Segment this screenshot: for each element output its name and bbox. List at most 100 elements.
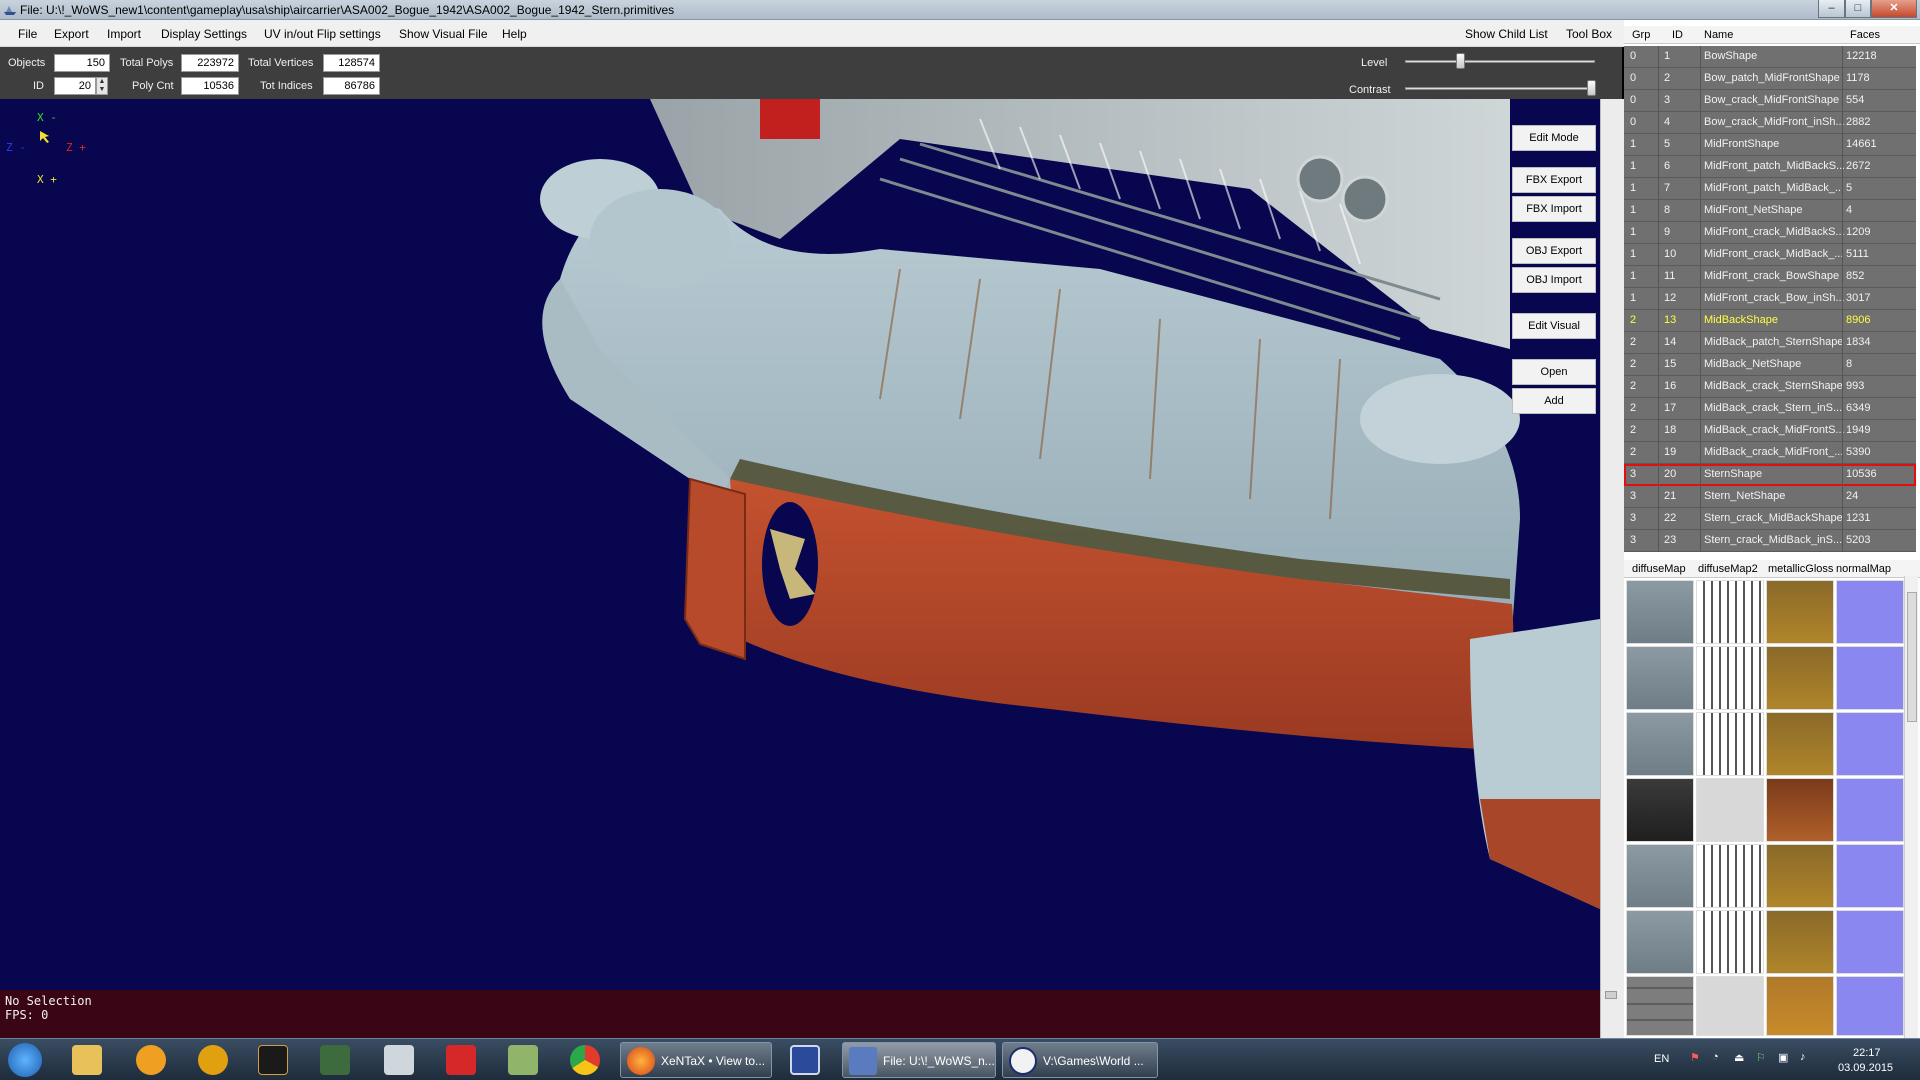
texture-thumbnail[interactable] <box>1626 712 1694 776</box>
id-field[interactable]: 20 <box>54 77 96 95</box>
texture-thumbnail[interactable] <box>1766 646 1834 710</box>
task-unreal-folder[interactable]: V:\Games\World ... <box>1002 1042 1158 1078</box>
menu-import[interactable]: Import <box>107 27 141 41</box>
menu-tool-box[interactable]: Tool Box <box>1566 27 1612 41</box>
col-faces[interactable]: Faces <box>1850 29 1880 41</box>
3d-viewport[interactable]: X - Z - Z + X + Edit Mode FBX Export FBX… <box>0 99 1600 990</box>
task-primitives-viewer[interactable]: File: U:\!_WoWS_n... <box>842 1042 996 1078</box>
obj-import-button[interactable]: OBJ Import <box>1512 267 1596 293</box>
table-row[interactable]: 0 3 Bow_crack_MidFrontShape 554 <box>1624 90 1916 112</box>
texture-thumbnail[interactable] <box>1836 976 1904 1036</box>
table-row[interactable]: 1 7 MidFront_patch_MidBack_... 5 <box>1624 178 1916 200</box>
texture-thumbnail[interactable] <box>1766 778 1834 842</box>
table-row[interactable]: 3 23 Stern_crack_MidBack_inS... 5203 <box>1624 530 1916 552</box>
texture-thumbnail[interactable] <box>1626 910 1694 974</box>
texture-thumbnail[interactable] <box>1766 712 1834 776</box>
table-row[interactable]: 2 19 MidBack_crack_MidFront_... 5390 <box>1624 442 1916 464</box>
objects-field[interactable]: 150 <box>54 54 110 72</box>
table-row[interactable]: 3 22 Stern_crack_MidBackShape 1231 <box>1624 508 1916 530</box>
table-row[interactable]: 2 13 MidBackShape 8906 <box>1624 310 1916 332</box>
col-normalmap[interactable]: normalMap <box>1836 563 1891 575</box>
table-row[interactable]: 1 9 MidFront_crack_MidBackS... 1209 <box>1624 222 1916 244</box>
texture-thumbnail[interactable] <box>1766 976 1834 1036</box>
texture-thumbnail[interactable] <box>1626 778 1694 842</box>
table-row[interactable]: 1 6 MidFront_patch_MidBackS... 2672 <box>1624 156 1916 178</box>
table-row[interactable]: 2 14 MidBack_patch_SternShape 1834 <box>1624 332 1916 354</box>
maximize-button[interactable]: □ <box>1845 0 1871 18</box>
texture-thumbnail[interactable] <box>1836 712 1904 776</box>
table-row[interactable]: 3 20 SternShape 10536 <box>1624 464 1916 486</box>
texture-thumbnail[interactable] <box>1626 976 1694 1036</box>
table-row[interactable]: 1 10 MidFront_crack_MidBack_... 5111 <box>1624 244 1916 266</box>
contrast-slider-thumb[interactable] <box>1587 80 1597 96</box>
col-metallicgloss[interactable]: metallicGloss <box>1768 563 1833 575</box>
open-button[interactable]: Open <box>1512 359 1596 385</box>
col-id[interactable]: ID <box>1672 29 1683 41</box>
fbx-import-button[interactable]: FBX Import <box>1512 196 1596 222</box>
table-row[interactable]: 1 8 MidFront_NetShape 4 <box>1624 200 1916 222</box>
level-slider-thumb[interactable] <box>1456 53 1466 69</box>
texture-thumbnail[interactable] <box>1696 910 1764 974</box>
notes-icon[interactable] <box>508 1045 538 1075</box>
game-icon[interactable] <box>320 1045 350 1075</box>
clock-time[interactable]: 22:17 <box>1853 1047 1881 1059</box>
start-button[interactable] <box>8 1043 42 1077</box>
minimize-button[interactable]: – <box>1818 0 1845 18</box>
table-row[interactable]: 2 18 MidBack_crack_MidFrontS... 1949 <box>1624 420 1916 442</box>
fbx-export-button[interactable]: FBX Export <box>1512 167 1596 193</box>
tray-network-icon[interactable]: ▣ <box>1778 1051 1788 1064</box>
tray-clock-icon[interactable]: ◔ <box>1712 1051 1719 1063</box>
table-row[interactable]: 0 2 Bow_patch_MidFrontShape 1178 <box>1624 68 1916 90</box>
texture-thumbnail[interactable] <box>1696 580 1764 644</box>
table-row[interactable]: 0 4 Bow_crack_MidFront_inSh... 2882 <box>1624 112 1916 134</box>
app-b-icon[interactable] <box>198 1045 228 1075</box>
texture-thumbnail[interactable] <box>1696 778 1764 842</box>
save-disk-icon[interactable] <box>790 1045 820 1075</box>
splitter-thumb[interactable] <box>1605 991 1617 999</box>
menu-export[interactable]: Export <box>54 27 89 41</box>
calculator-icon[interactable] <box>384 1045 414 1075</box>
texture-thumbnail[interactable] <box>1626 580 1694 644</box>
texture-scrollbar[interactable] <box>1904 576 1918 1038</box>
contrast-slider-track[interactable] <box>1405 87 1595 90</box>
texture-thumbnail[interactable] <box>1836 778 1904 842</box>
table-row[interactable]: 1 5 MidFrontShape 14661 <box>1624 134 1916 156</box>
menu-display-settings[interactable]: Display Settings <box>161 27 247 41</box>
clock-date[interactable]: 03.09.2015 <box>1838 1062 1893 1074</box>
explorer-icon[interactable] <box>72 1045 102 1075</box>
tray-flag-icon[interactable]: ⚐ <box>1756 1051 1766 1064</box>
menu-help[interactable]: Help <box>502 27 527 41</box>
texture-thumbnail[interactable] <box>1836 844 1904 908</box>
table-row[interactable]: 2 17 MidBack_crack_Stern_inS... 6349 <box>1624 398 1916 420</box>
texture-thumbnail[interactable] <box>1836 646 1904 710</box>
language-indicator[interactable]: EN <box>1654 1053 1669 1065</box>
close-button[interactable]: ✕ <box>1871 0 1917 18</box>
texture-thumbnail[interactable] <box>1696 976 1764 1036</box>
wave-app-icon[interactable] <box>258 1045 288 1075</box>
menu-file[interactable]: File <box>18 27 37 41</box>
texture-thumbnail[interactable] <box>1696 712 1764 776</box>
texture-thumbnail[interactable] <box>1696 844 1764 908</box>
tray-alert-icon[interactable]: ⚑ <box>1690 1051 1700 1064</box>
menu-show-child-list[interactable]: Show Child List <box>1465 27 1548 41</box>
texture-scroll-thumb[interactable] <box>1907 592 1917 722</box>
texture-thumbnail[interactable] <box>1766 844 1834 908</box>
viewport-splitter[interactable] <box>1600 99 1624 1038</box>
col-grp[interactable]: Grp <box>1632 29 1650 41</box>
app-a-icon[interactable] <box>136 1045 166 1075</box>
table-row[interactable]: 0 1 BowShape 12218 <box>1624 46 1916 68</box>
col-diffusemap2[interactable]: diffuseMap2 <box>1698 563 1758 575</box>
table-row[interactable]: 3 21 Stern_NetShape 24 <box>1624 486 1916 508</box>
edit-mode-button[interactable]: Edit Mode <box>1512 125 1596 151</box>
menu-uv-flip-settings[interactable]: UV in/out Flip settings <box>264 27 381 41</box>
texture-thumbnail[interactable] <box>1766 580 1834 644</box>
id-spinner[interactable]: ▲ ▼ <box>96 77 108 95</box>
table-row[interactable]: 1 11 MidFront_crack_BowShape 852 <box>1624 266 1916 288</box>
tray-usb-icon[interactable]: ⏏ <box>1734 1051 1744 1064</box>
add-button[interactable]: Add <box>1512 388 1596 414</box>
texture-thumbnail[interactable] <box>1836 580 1904 644</box>
pdf-icon[interactable] <box>446 1045 476 1075</box>
texture-thumbnail[interactable] <box>1626 844 1694 908</box>
table-row[interactable]: 1 12 MidFront_crack_Bow_inSh... 3017 <box>1624 288 1916 310</box>
texture-thumbnail[interactable] <box>1696 646 1764 710</box>
